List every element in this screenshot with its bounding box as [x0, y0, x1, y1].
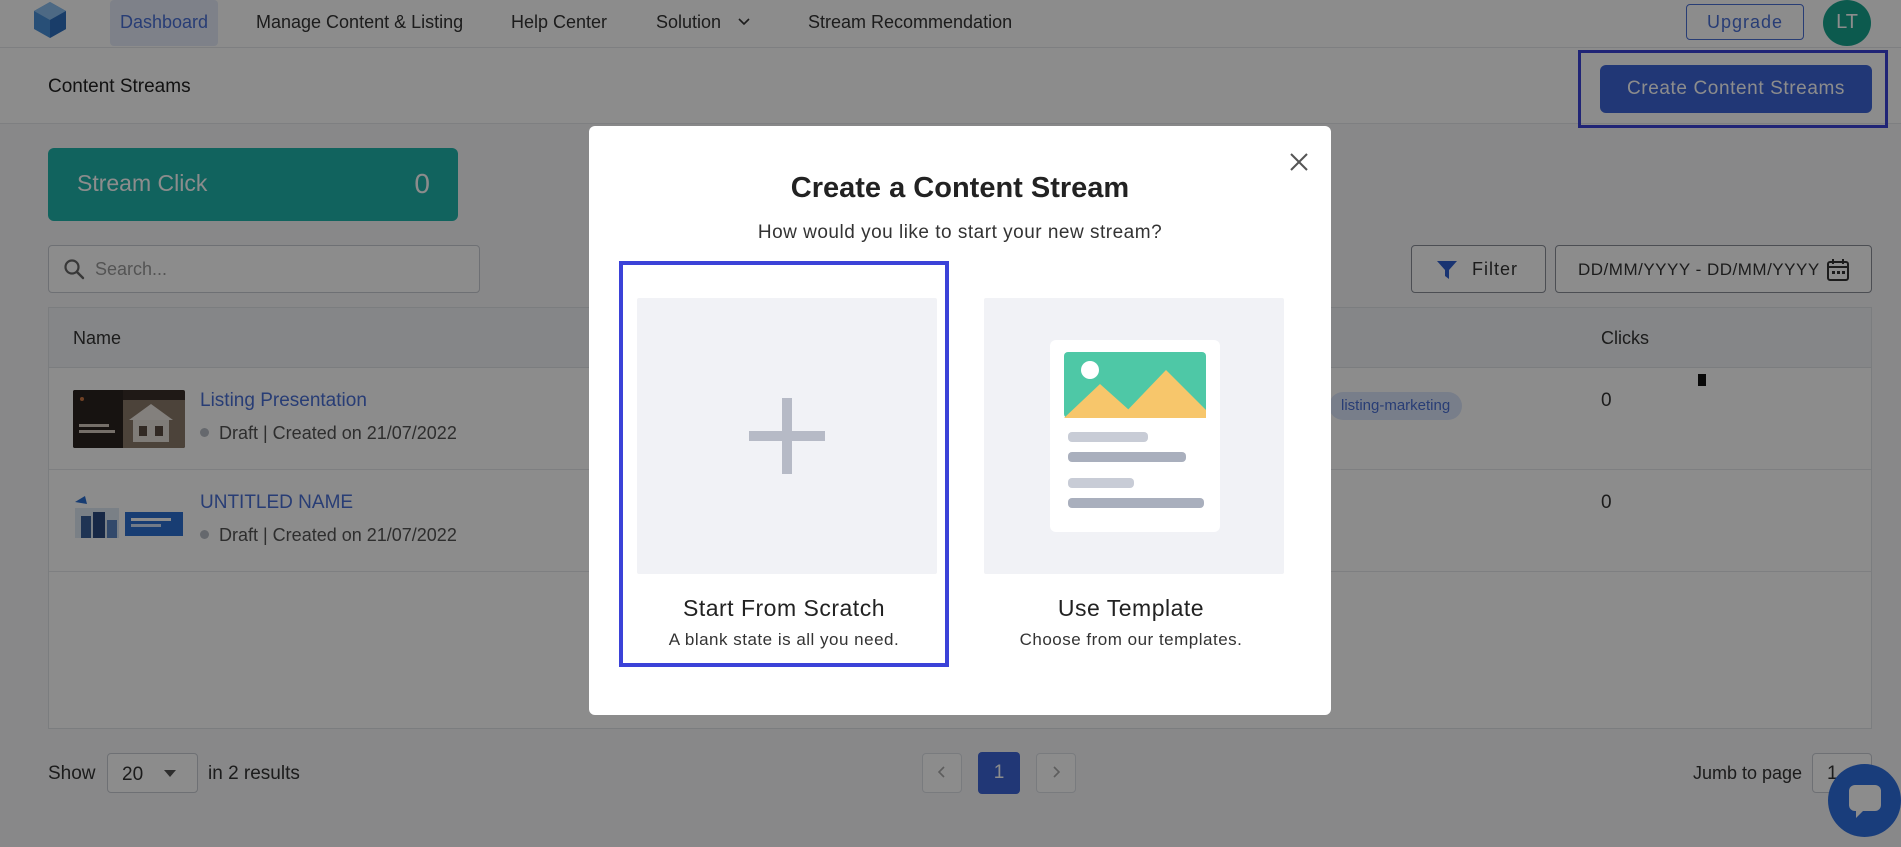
modal-title: Create a Content Stream [790, 172, 1130, 204]
option-label: Use Template [1057, 595, 1205, 621]
start-from-scratch-option[interactable]: Start From Scratch A blank state is all … [619, 261, 949, 667]
option-tile [984, 298, 1284, 574]
option-description: A blank state is all you need. [668, 630, 900, 649]
option-tile [637, 298, 937, 574]
template-illustration-icon [1050, 340, 1220, 532]
plus-icon [749, 398, 825, 474]
option-description: Choose from our templates. [1019, 630, 1243, 649]
modal-subtitle: How would you like to start your new str… [757, 222, 1163, 243]
option-label: Start From Scratch [683, 595, 885, 621]
use-template-option[interactable]: Use Template Choose from our templates. [966, 261, 1296, 667]
create-stream-modal: Create a Content Stream How would you li… [589, 126, 1331, 715]
